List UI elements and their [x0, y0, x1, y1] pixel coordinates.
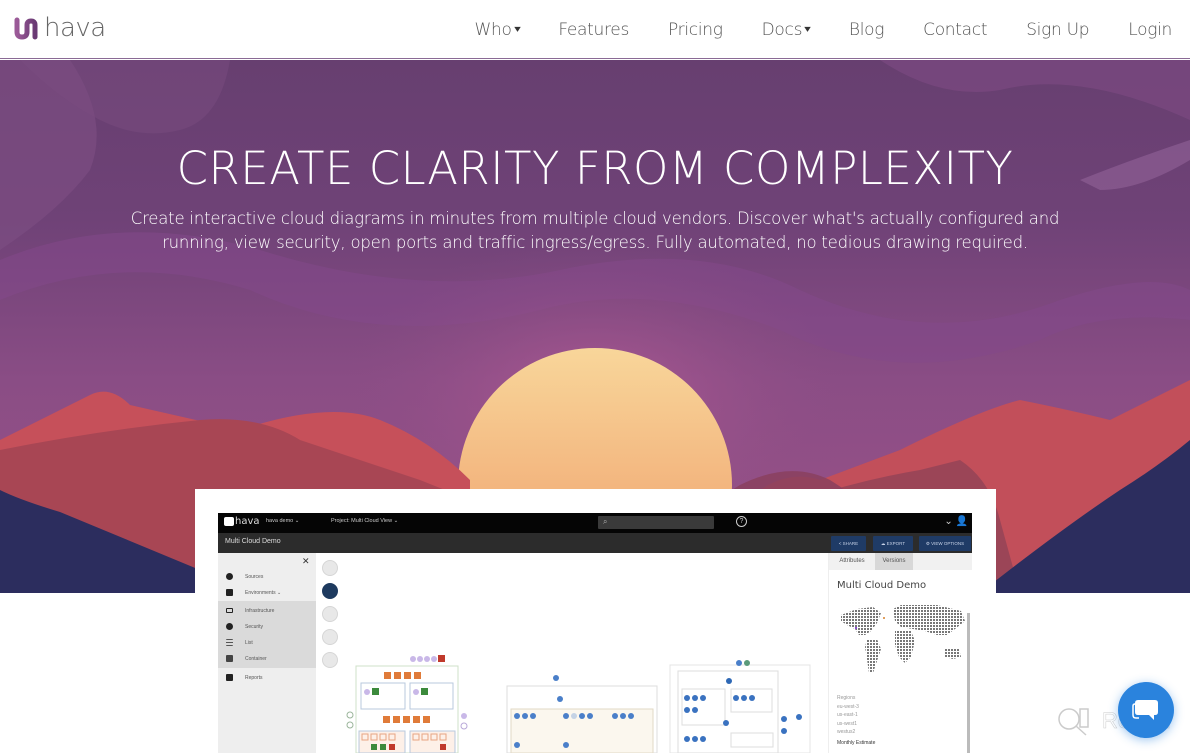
diagram-gcp [506, 675, 658, 753]
nav-who-label: Who [474, 19, 512, 40]
sidebar-item-label: Environments ⌄ [245, 590, 282, 596]
shield-icon [226, 623, 233, 630]
nav-pricing-label: Pricing [668, 19, 723, 40]
sidebar-item-sources: Sources [218, 569, 316, 585]
product-screenshot-frame: hava hava demo ⌄ Project: Multi Cloud Vi… [195, 489, 996, 753]
app-search-box: ⌕ [598, 516, 714, 529]
app-page-title: Multi Cloud Demo [225, 538, 281, 545]
attributes-panel: Attributes Versions Multi Cloud Demo Reg… [828, 553, 972, 753]
sidebar-item-list: List [218, 635, 316, 651]
nav-features[interactable]: Features [558, 20, 629, 40]
region-item: westus2 [837, 729, 856, 735]
share-button-preview: < SHARE [831, 536, 866, 551]
panel-scrollbar [967, 613, 970, 753]
sidebar-item-security: Security [218, 619, 316, 635]
chevron-down-icon: ▾ [804, 24, 811, 35]
diagram-aws [346, 655, 468, 753]
top-navigation: hava Who ▾ Features Pricing Docs ▾ Blog Co… [0, 0, 1190, 59]
app-topbar: hava hava demo ⌄ Project: Multi Cloud Vi… [218, 513, 972, 533]
top-icons [410, 655, 445, 662]
chat-bubble-icon [1132, 700, 1158, 720]
reports-icon [226, 674, 233, 681]
close-icon: ✕ [302, 556, 310, 566]
app-sidebar: ✕ Sources Environments ⌄ Infrastructure … [218, 553, 316, 753]
world-map [841, 605, 965, 673]
app-titlebar: Multi Cloud Demo < SHARE ☁ EXPORT ⚙ VIEW… [218, 533, 972, 553]
sidebar-item-environments: Environments ⌄ [218, 585, 316, 601]
main-menu: Who ▾ Features Pricing Docs ▾ Blog Contact… [435, 0, 1172, 59]
product-screenshot: hava hava demo ⌄ Project: Multi Cloud Vi… [218, 513, 972, 753]
region-item: us-east-1 [837, 712, 858, 718]
app-brand: hava [235, 516, 260, 527]
chevron-down-icon: ▾ [513, 24, 521, 35]
export-button-preview: ☁ EXPORT [873, 536, 913, 551]
brand-name: hava [44, 13, 106, 43]
panel-tabs: Attributes Versions [829, 553, 972, 570]
nav-blog[interactable]: Blog [848, 19, 885, 40]
grid-icon [226, 589, 233, 596]
nav-contact[interactable]: Contact [923, 20, 987, 40]
orange-nodes [384, 672, 421, 679]
nav-sign-up[interactable]: Sign Up [1026, 20, 1089, 40]
search-icon: ⌕ [603, 517, 608, 526]
diagram-azure [669, 660, 811, 753]
nav-pricing[interactable]: Pricing [668, 20, 723, 40]
hero-title: CREATE CLARITY FROM COMPLEXITY [176, 142, 1014, 195]
nav-login[interactable]: Login [1128, 20, 1172, 40]
hava-logo[interactable]: hava [14, 12, 106, 44]
hava-logo-icon [14, 17, 38, 40]
sidebar-item-label: Security [245, 624, 264, 630]
panel-title: Multi Cloud Demo [837, 580, 927, 591]
cloud-wisp [880, 60, 1190, 120]
nav-contact-label: Contact [923, 19, 988, 40]
tab-versions: Versions [875, 553, 913, 570]
account-menu: hava demo ⌄ [266, 518, 300, 524]
sidebar-item-label: Reports [245, 675, 263, 681]
hava-logo-icon [224, 517, 234, 526]
region-item: us-west1 [837, 720, 858, 727]
region-item: eu-west-3 [837, 703, 859, 710]
project-menu: Project: Multi Cloud View ⌄ [331, 518, 399, 524]
cloud-icon [226, 573, 233, 580]
hero-subtitle: Create interactive cloud diagrams in min… [130, 209, 1060, 252]
list-icon [226, 639, 233, 646]
diagram-canvas [346, 655, 811, 753]
monthly-estimate-label: Monthly Estimate [837, 739, 876, 746]
nav-sign-up-label: Sign Up [1026, 19, 1090, 40]
nav-login-label: Login [1128, 19, 1172, 40]
nav-docs[interactable]: Docs ▾ [761, 19, 811, 40]
laptop-icon [226, 608, 233, 613]
revain-logo-icon [1058, 708, 1089, 736]
nav-who[interactable]: Who ▾ [474, 19, 521, 40]
app-logo: hava [224, 516, 260, 527]
help-icon: ? [736, 516, 747, 527]
sidebar-item-label: Infrastructure [245, 608, 275, 614]
regions-list: Regions eu-west-3 us-east-1 us-west1 wes… [837, 694, 875, 747]
nav-blog-label: Blog [848, 19, 885, 40]
regions-label: Regions [837, 695, 856, 701]
tab-attributes: Attributes [839, 558, 865, 564]
view-options-button-preview: ⚙ VIEW OPTIONS [919, 536, 971, 551]
sidebar-item-label: List [245, 640, 253, 646]
sidebar-item-reports: Reports [218, 670, 316, 686]
orange-nodes-2 [383, 716, 430, 723]
sidebar-item-label: Container [245, 656, 267, 662]
chat-button[interactable] [1118, 682, 1174, 738]
nav-features-label: Features [558, 19, 630, 40]
sidebar-item-label: Sources [245, 574, 264, 580]
user-icon: ⌄ 👤 [944, 516, 968, 527]
container-icon [226, 655, 233, 662]
sidebar-item-container: Container [218, 651, 316, 667]
sidebar-item-infrastructure: Infrastructure [218, 603, 316, 619]
nav-docs-label: Docs [761, 19, 803, 40]
